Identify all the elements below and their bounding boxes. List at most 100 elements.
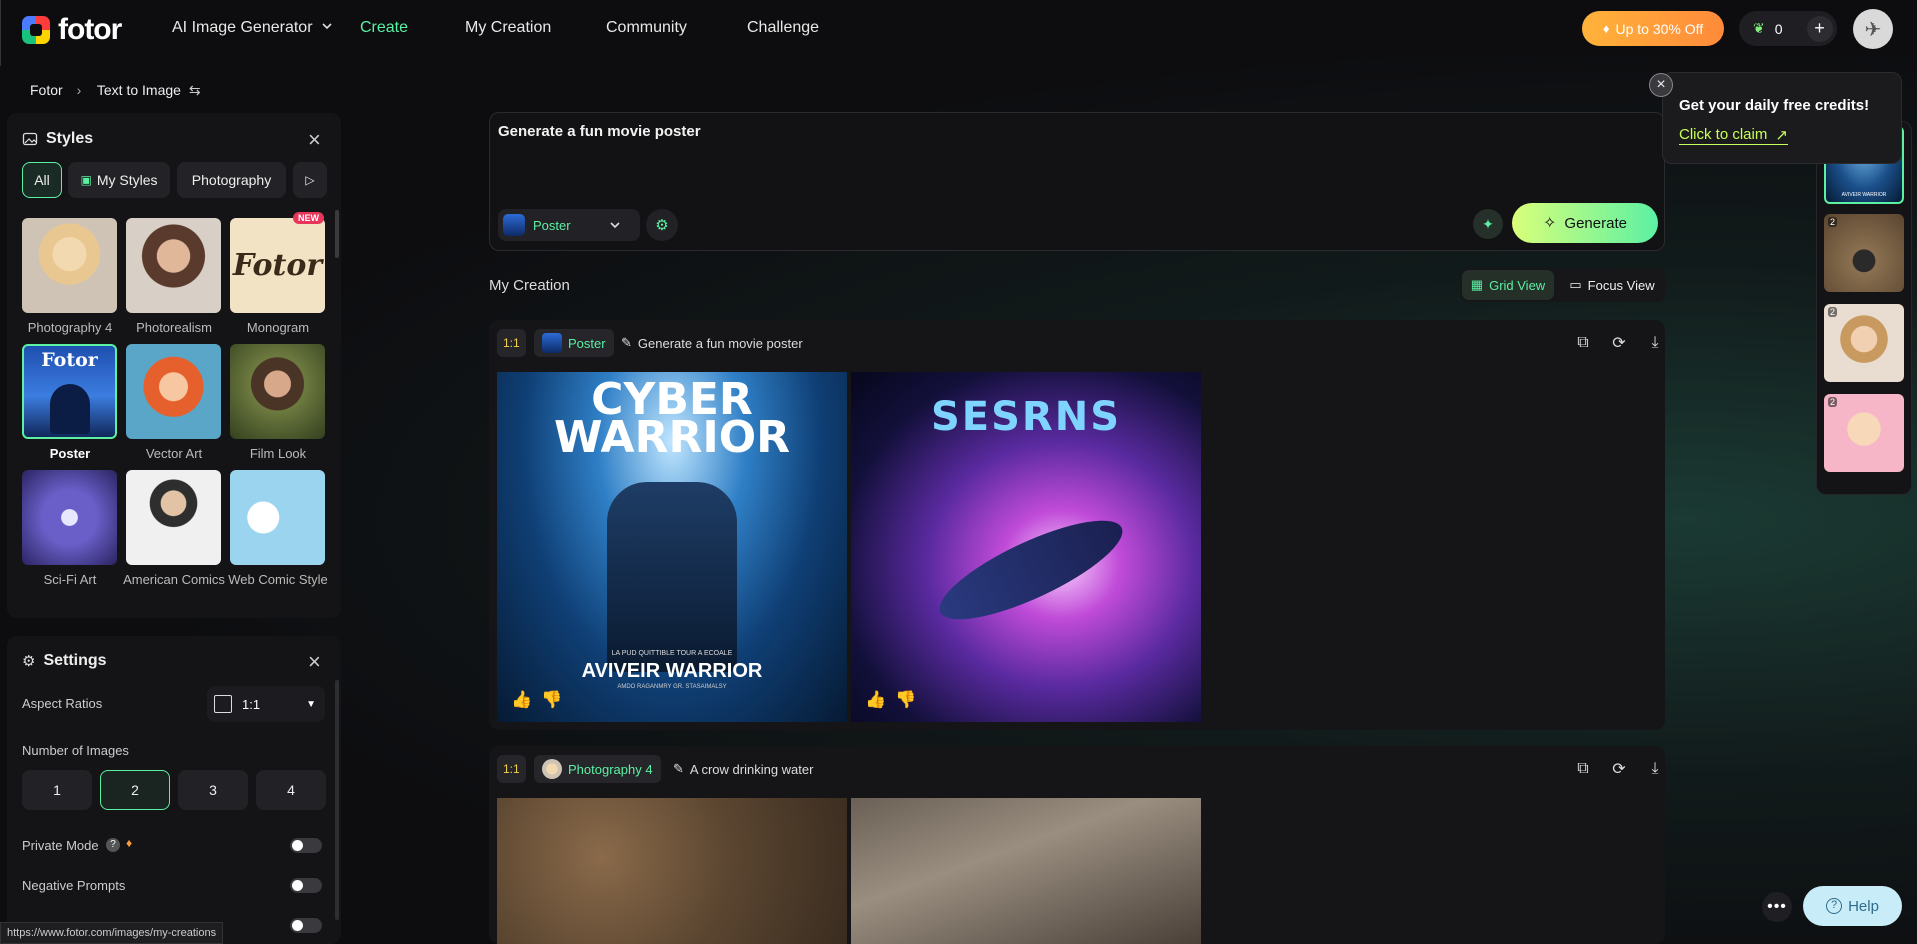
filter-more[interactable]: ▷: [293, 162, 327, 198]
prompt-text[interactable]: Generate a fun movie poster: [498, 123, 701, 140]
styles-scrollbar[interactable]: [335, 210, 339, 258]
grid-icon: ▦: [1470, 277, 1484, 292]
style-thumb-vector-art[interactable]: [126, 344, 221, 439]
regenerate-icon[interactable]: ⟳: [1606, 756, 1632, 782]
magic-enhance-icon[interactable]: ✦: [1473, 209, 1503, 239]
nav-community[interactable]: Community: [606, 19, 687, 37]
filter-all[interactable]: All: [22, 162, 62, 198]
diamond-icon: ♦: [1602, 21, 1610, 36]
style-label: American Comics: [123, 572, 225, 587]
close-popup-icon[interactable]: ×: [1649, 73, 1673, 97]
ai-image-generator-menu[interactable]: AI Image Generator: [172, 19, 333, 37]
style-label: Web Comic Style: [228, 572, 328, 587]
fotor-logo[interactable]: fotor: [22, 13, 122, 47]
styles-title: Styles: [46, 130, 94, 147]
nav-divider: [0, 0, 1, 22]
style-thumb-sci-fi-art[interactable]: [22, 470, 117, 565]
image-count: 2: [1828, 397, 1838, 407]
nav-create[interactable]: Create: [360, 19, 408, 37]
ratio-tag: 1:1: [497, 755, 526, 783]
generated-image-cyber-warrior[interactable]: CYBER WARRIOR LA PUD QUITTIBLE TOUR A EC…: [497, 372, 847, 722]
thumbs-down-icon[interactable]: 👎: [541, 690, 562, 710]
thumbs-up-icon[interactable]: 👍: [511, 690, 532, 710]
num-images-2[interactable]: 2: [100, 770, 170, 810]
num-option: 4: [287, 782, 295, 798]
filter-my-styles[interactable]: ▣ My Styles: [68, 162, 170, 198]
style-thumb-american-comics[interactable]: [126, 470, 221, 565]
credits-widget[interactable]: ❦ 0 +: [1739, 11, 1837, 46]
generated-image-crow-2[interactable]: [851, 798, 1201, 944]
style-thumb-photography-4[interactable]: [22, 218, 117, 313]
generate-button[interactable]: ✧ Generate: [1512, 203, 1658, 243]
add-credits-icon[interactable]: +: [1806, 15, 1833, 42]
settings-header: ⚙ Settings: [22, 652, 107, 670]
grid-view-button[interactable]: ▦ Grid View: [1462, 270, 1554, 300]
copy-icon[interactable]: ⧉: [1570, 756, 1596, 782]
prompt-tag-label: Generate a fun movie poster: [637, 335, 803, 351]
swap-icon[interactable]: ⇆: [189, 82, 201, 98]
thumbs-up-icon[interactable]: 👍: [865, 690, 886, 710]
download-icon[interactable]: ⤓: [1642, 756, 1668, 782]
close-settings-icon[interactable]: ×: [308, 649, 321, 675]
num-images-3[interactable]: 3: [178, 770, 248, 810]
extra-toggle[interactable]: [290, 918, 322, 933]
history-thumb[interactable]: 2: [1824, 304, 1904, 382]
user-avatar[interactable]: ✈: [1853, 9, 1893, 49]
rail-thumb-text: AVIVEIR WARRIOR: [1841, 192, 1887, 198]
style-selector[interactable]: Poster: [498, 209, 640, 241]
generated-image-crow-1[interactable]: [497, 798, 847, 944]
more-options-icon[interactable]: •••: [1762, 892, 1792, 922]
advanced-settings-icon[interactable]: ⚙: [646, 209, 678, 241]
regenerate-icon[interactable]: ⟳: [1606, 330, 1632, 356]
arrow-up-right-icon: ↗: [1775, 127, 1788, 144]
style-thumb-monogram[interactable]: Fotor: [230, 218, 325, 313]
style-label: Film Look: [249, 446, 307, 461]
history-thumb[interactable]: 2: [1824, 214, 1904, 292]
creation-card: 1:1 Poster ✎ Generate a fun movie poster …: [489, 320, 1665, 730]
breadcrumb-root[interactable]: Fotor: [30, 82, 63, 98]
copy-icon[interactable]: ⧉: [1570, 330, 1596, 356]
settings-scrollbar[interactable]: [335, 680, 339, 920]
filter-photography[interactable]: Photography: [177, 162, 286, 198]
promo-button[interactable]: ♦ Up to 30% Off: [1582, 11, 1724, 46]
help-label: Help: [1848, 897, 1879, 915]
history-thumb[interactable]: 2: [1824, 394, 1904, 472]
style-tag[interactable]: Photography 4: [534, 755, 661, 783]
num-images-4[interactable]: 4: [256, 770, 326, 810]
negative-prompts-toggle[interactable]: [290, 878, 322, 893]
style-label: Vector Art: [145, 446, 203, 461]
brand-name: fotor: [58, 13, 122, 46]
prompt-tag[interactable]: ✎ Generate a fun movie poster: [621, 335, 803, 351]
generate-label: Generate: [1564, 214, 1627, 232]
poster-title-top: SESRNS: [930, 394, 1122, 440]
private-mode-toggle[interactable]: [290, 838, 322, 853]
aspect-ratio-select[interactable]: 1:1 ▼: [207, 686, 325, 722]
focus-view-button[interactable]: ▭ Focus View: [1562, 270, 1662, 300]
nav-challenge[interactable]: Challenge: [747, 19, 819, 37]
filter-my-styles-label: My Styles: [96, 172, 158, 188]
download-icon[interactable]: ⤓: [1642, 330, 1668, 356]
style-tag[interactable]: Poster: [534, 329, 614, 357]
top-navigation: fotor AI Image Generator Create My Creat…: [0, 0, 1917, 66]
help-button[interactable]: ? Help: [1803, 886, 1902, 926]
history-rail: AVIVEIR WARRIOR 2 2 2: [1816, 121, 1912, 495]
style-thumb-film-look[interactable]: [230, 344, 325, 439]
help-circle-icon[interactable]: ?: [106, 838, 120, 852]
close-styles-icon[interactable]: ×: [308, 127, 321, 153]
generated-image-space-ship[interactable]: SESRNS 👍 👎: [851, 372, 1201, 722]
style-thumb-photorealism[interactable]: [126, 218, 221, 313]
claim-link[interactable]: Click to claim ↗: [1679, 126, 1788, 145]
num-images-1[interactable]: 1: [22, 770, 92, 810]
image-count: 2: [1828, 307, 1838, 317]
prompt-tag[interactable]: ✎ A crow drinking water: [673, 761, 813, 777]
prompt-box[interactable]: Generate a fun movie poster Poster ⚙ ✦: [489, 112, 1665, 251]
aspect-ratio-label: Aspect Ratios: [22, 696, 103, 711]
poster-art-text: Fotor: [41, 349, 98, 371]
style-thumb-poster[interactable]: Fotor: [22, 344, 117, 439]
private-mode-label: Private Mode: [22, 838, 99, 853]
focus-view-label: Focus View: [1587, 277, 1655, 293]
style-thumb-web-comic-style[interactable]: [230, 470, 325, 565]
thumbs-down-icon[interactable]: 👎: [895, 690, 916, 710]
premium-diamond-icon: ♦: [126, 836, 133, 850]
nav-my-creation[interactable]: My Creation: [465, 19, 551, 37]
